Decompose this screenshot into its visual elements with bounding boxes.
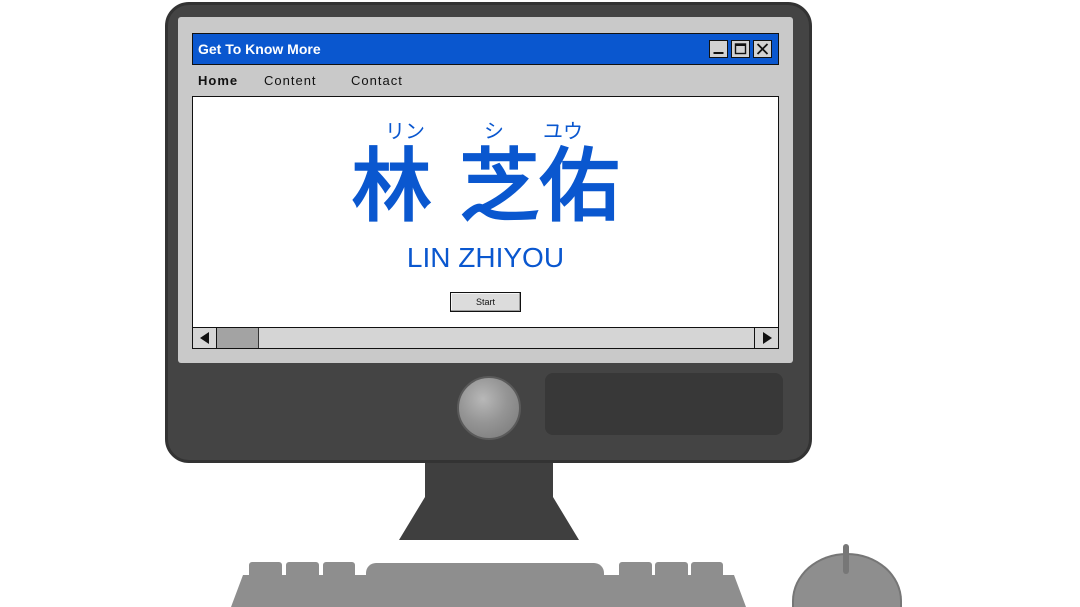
window-titlebar[interactable]: Get To Know More bbox=[192, 33, 779, 65]
keyboard-spacebar bbox=[366, 563, 604, 577]
keyboard bbox=[231, 575, 746, 607]
minimize-icon bbox=[713, 52, 724, 54]
monitor-stand-base bbox=[399, 497, 579, 540]
maximize-icon bbox=[734, 43, 747, 55]
scroll-right-button[interactable] bbox=[754, 328, 778, 348]
monitor-stand-neck bbox=[425, 460, 553, 498]
keyboard-key bbox=[655, 562, 688, 577]
keyboard-key bbox=[619, 562, 652, 577]
content-area: リン シ ユウ 林 芝佑 LIN ZHIYOU Start bbox=[192, 96, 779, 328]
close-button[interactable] bbox=[753, 40, 772, 58]
close-icon bbox=[756, 43, 769, 55]
horizontal-scrollbar[interactable] bbox=[192, 327, 779, 349]
keyboard-key bbox=[691, 562, 723, 577]
start-button[interactable]: Start bbox=[450, 292, 521, 312]
keyboard-key bbox=[249, 562, 282, 577]
menu-item-contact[interactable]: Contact bbox=[351, 73, 403, 89]
menu-item-home[interactable]: Home bbox=[198, 73, 238, 89]
window-title: Get To Know More bbox=[198, 41, 321, 57]
screen: Get To Know More Home Content Contact リン… bbox=[178, 17, 793, 363]
monitor: Get To Know More Home Content Contact リン… bbox=[165, 2, 812, 463]
keyboard-key bbox=[286, 562, 319, 577]
scroll-thumb[interactable] bbox=[217, 328, 259, 348]
maximize-button[interactable] bbox=[731, 40, 750, 58]
speaker-panel bbox=[545, 373, 783, 435]
scroll-left-button[interactable] bbox=[193, 328, 217, 348]
menu-item-content[interactable]: Content bbox=[264, 73, 317, 89]
power-button[interactable] bbox=[457, 376, 521, 440]
minimize-button[interactable] bbox=[709, 40, 728, 58]
keyboard-key bbox=[323, 562, 355, 577]
name-romanized: LIN ZHIYOU bbox=[406, 242, 565, 273]
computer-illustration: Get To Know More Home Content Contact リン… bbox=[0, 0, 1080, 607]
arrow-left-icon bbox=[200, 332, 209, 344]
mouse-cable bbox=[843, 544, 849, 574]
arrow-right-icon bbox=[763, 332, 772, 344]
name-heading: 林 芝佑 bbox=[351, 140, 620, 233]
